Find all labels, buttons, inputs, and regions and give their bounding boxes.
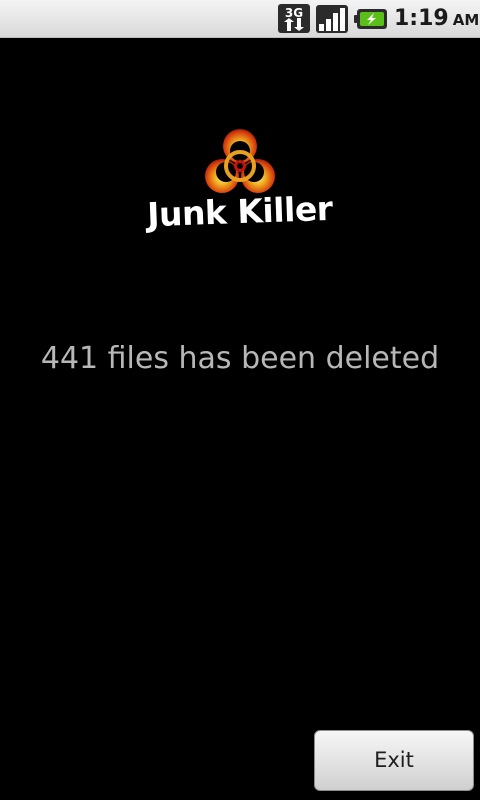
biohazard-icon <box>205 129 275 193</box>
status-bar: 3G 1:19 AM <box>0 0 480 38</box>
3g-data-icon: 3G <box>278 4 310 33</box>
network-type-label: 3G <box>285 6 303 20</box>
battery-charging-icon <box>354 9 387 29</box>
clock-ampm: AM <box>452 11 480 29</box>
logo-text: Junk Killer <box>146 188 334 235</box>
clock-time: 1:19 <box>394 6 449 31</box>
app-logo: Junk Killer <box>140 122 340 247</box>
exit-button[interactable]: Exit <box>314 730 474 791</box>
app-screen: 3G 1:19 AM Junk Killer 441 files has bee… <box>0 0 480 800</box>
status-clock: 1:19 AM <box>394 5 479 33</box>
result-message: 441 files has been deleted <box>40 341 440 376</box>
signal-strength-icon <box>316 5 348 33</box>
